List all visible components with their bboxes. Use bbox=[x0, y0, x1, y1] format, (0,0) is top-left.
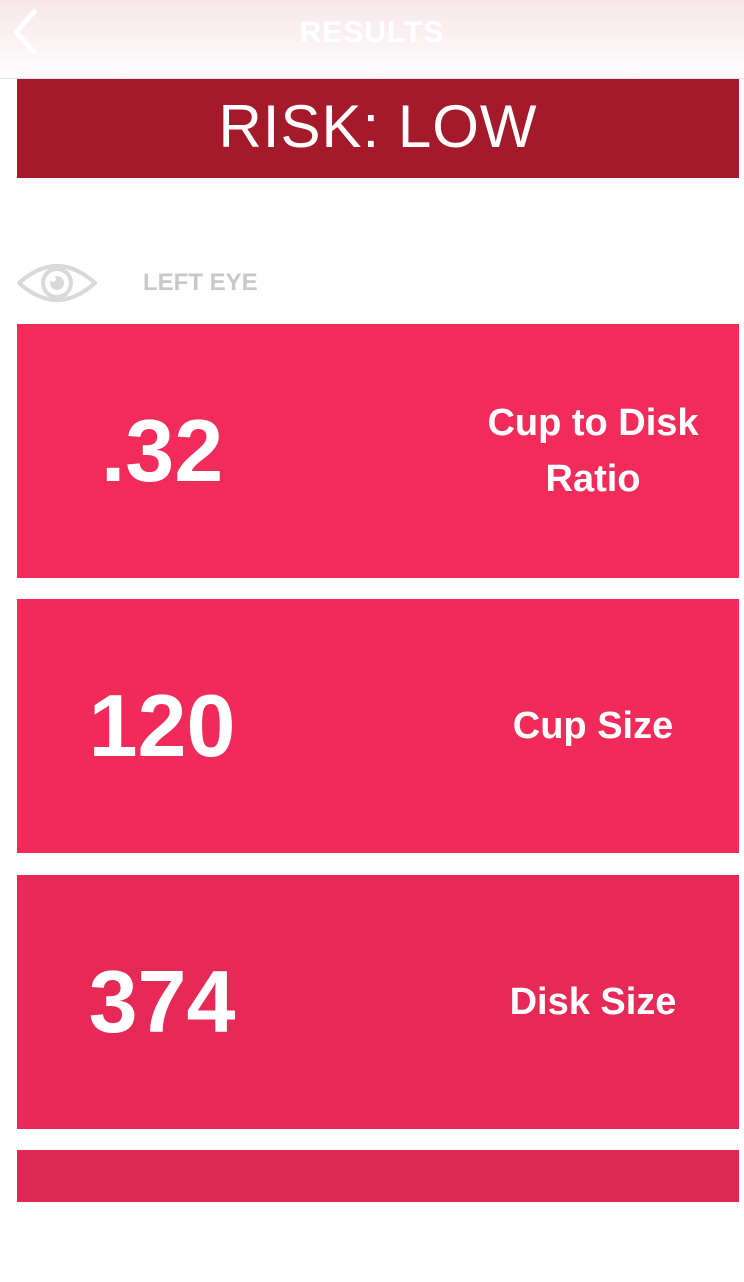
metric-label: Cup Size bbox=[512, 705, 674, 747]
metric-label: Cup to Disk Ratio bbox=[487, 402, 699, 500]
metric-card-partial bbox=[17, 1150, 739, 1202]
eye-icon bbox=[17, 264, 97, 302]
risk-level-text: RISK: LOW bbox=[218, 92, 538, 160]
navigation-bar: RESULTS bbox=[0, 0, 744, 79]
metric-value: .32 bbox=[100, 401, 224, 500]
metric-value: 374 bbox=[88, 952, 236, 1051]
metric-card-disk-size: 374 Disk Size bbox=[17, 875, 739, 1129]
metric-card-cup-size: 120 Cup Size bbox=[17, 599, 739, 853]
metric-card-cup-to-disk-ratio: .32 Cup to Disk Ratio bbox=[17, 324, 739, 578]
eye-section-header: LEFT EYE bbox=[17, 258, 258, 308]
metric-value: 120 bbox=[88, 676, 236, 775]
metric-label: Disk Size bbox=[509, 981, 677, 1023]
eye-section-label: LEFT EYE bbox=[143, 269, 258, 296]
page-title: RESULTS bbox=[299, 16, 445, 49]
